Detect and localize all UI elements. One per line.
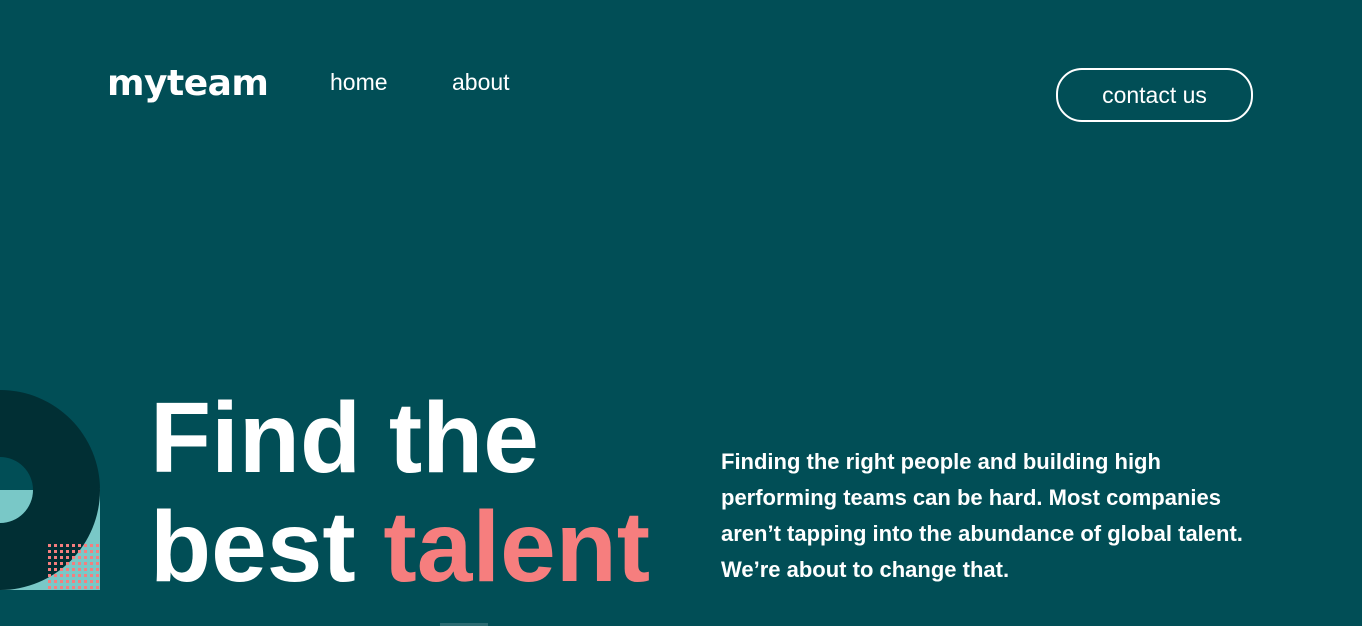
contact-us-button[interactable]: contact us	[1056, 68, 1253, 122]
decorative-shape	[0, 390, 100, 590]
hero-description: Finding the right people and building hi…	[721, 449, 1243, 582]
hero-title-line2: best	[150, 491, 384, 603]
nav-link-about[interactable]: about	[452, 68, 510, 96]
logo[interactable]: myteam	[107, 62, 269, 106]
hero-title: Find the best talent	[150, 384, 650, 602]
hero-title-accent: talent	[383, 491, 651, 603]
nav-link-home[interactable]: home	[330, 68, 388, 96]
page: myteam home about contact us Find the be…	[0, 0, 1362, 626]
hero-title-line1: Find the	[150, 382, 539, 494]
